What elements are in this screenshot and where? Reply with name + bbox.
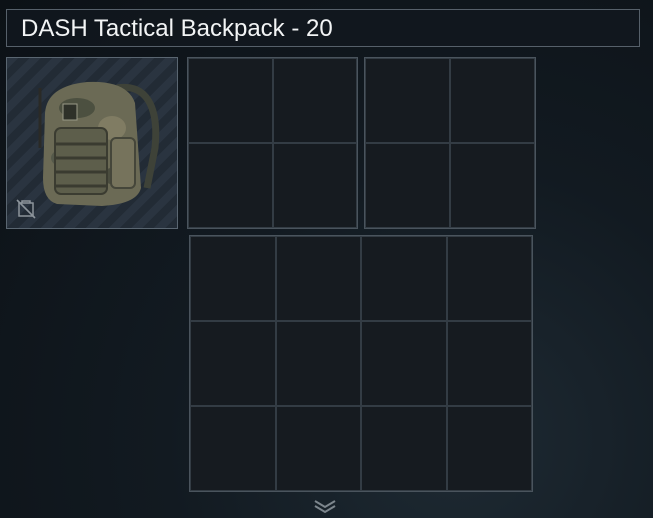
- storage-grid-right: [364, 57, 536, 229]
- grid-cell[interactable]: [188, 58, 273, 143]
- container-title: DASH Tactical Backpack - 20: [21, 15, 333, 42]
- grid-cell[interactable]: [365, 58, 450, 143]
- chevron-double-down-icon[interactable]: [312, 498, 338, 514]
- storage-grid-left: [187, 57, 358, 229]
- grid-cell[interactable]: [361, 321, 447, 406]
- grid-cell[interactable]: [361, 406, 447, 491]
- grid-cell[interactable]: [190, 321, 276, 406]
- grid-cell[interactable]: [450, 58, 535, 143]
- container-title-bar: DASH Tactical Backpack - 20: [6, 9, 640, 47]
- no-insure-icon: [16, 199, 36, 219]
- grid-cell[interactable]: [446, 406, 532, 491]
- storage-grid-main: [189, 235, 533, 492]
- grid-cell[interactable]: [275, 406, 361, 491]
- backpack-item-slot[interactable]: [6, 57, 178, 229]
- grid-cell[interactable]: [361, 236, 447, 321]
- grid-cell[interactable]: [188, 143, 273, 228]
- grid-cell[interactable]: [275, 321, 361, 406]
- grid-cell[interactable]: [446, 236, 532, 321]
- grid-cell[interactable]: [190, 236, 276, 321]
- grid-cell[interactable]: [365, 143, 450, 228]
- grid-cell[interactable]: [190, 406, 276, 491]
- grid-cell[interactable]: [272, 143, 357, 228]
- grid-cell[interactable]: [275, 236, 361, 321]
- grid-cell[interactable]: [450, 143, 535, 228]
- grid-cell[interactable]: [446, 321, 532, 406]
- grid-cell[interactable]: [272, 58, 357, 143]
